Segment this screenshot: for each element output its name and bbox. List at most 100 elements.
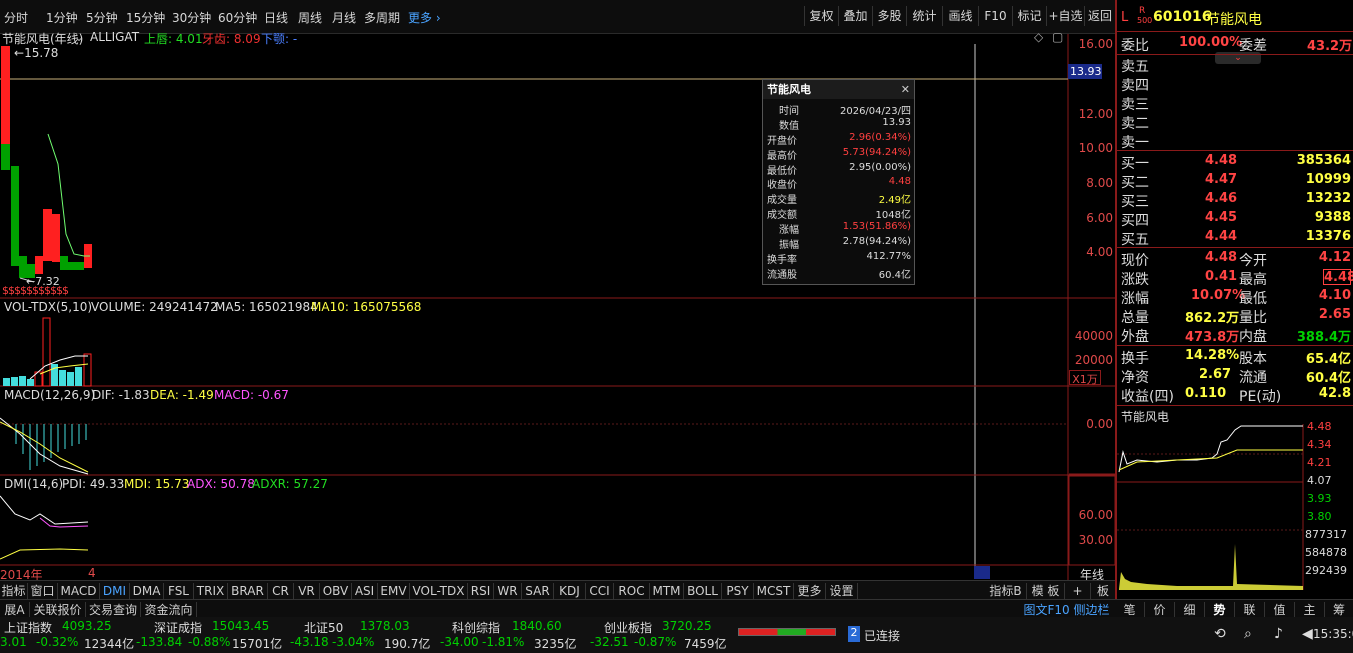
tab-more[interactable]: 更多 › <box>408 9 441 26</box>
candle <box>43 209 52 261</box>
refresh-icon[interactable]: ⟲ <box>1214 626 1226 642</box>
tab-fenshi[interactable]: 分时 <box>4 9 28 26</box>
jaw-value: 下颚: - <box>261 32 298 46</box>
tab-roc[interactable]: ROC <box>614 583 650 599</box>
tab-daily[interactable]: 日线 <box>264 9 288 26</box>
tab-price[interactable]: 价 <box>1145 602 1175 618</box>
price-axis-label: 12.00 <box>1078 107 1113 121</box>
search-icon[interactable]: ⌕ <box>1244 626 1252 642</box>
tab-detail[interactable]: 细 <box>1175 602 1205 618</box>
sell5-label: 卖五 <box>1121 59 1149 75</box>
tab-60min[interactable]: 60分钟 <box>218 9 257 26</box>
price-axis-label: 10.00 <box>1078 141 1113 155</box>
tab-board[interactable]: 板 <box>1091 583 1115 599</box>
cursor-price-tag: 13.93 <box>1068 64 1102 79</box>
tab-trend[interactable]: 势 <box>1205 602 1235 618</box>
tab-brar[interactable]: BRAR <box>228 583 268 599</box>
tab-fsl[interactable]: FSL <box>164 583 194 599</box>
tab-link[interactable]: 联 <box>1235 602 1265 618</box>
tab-indicator-a[interactable]: 指标A <box>0 583 28 614</box>
price-axis-label: 16.00 <box>1078 37 1113 51</box>
dmi-adxr: ADXR: 57.27 <box>252 477 328 491</box>
dmi-indicator-name[interactable]: DMI(14,6) <box>4 477 63 491</box>
dropdown-icon[interactable]: ⌄ <box>74 30 84 44</box>
diamond-icon[interactable]: ◇ <box>1034 30 1043 44</box>
tab-vol-tdx[interactable]: VOL-TDX <box>410 583 468 599</box>
tab-vr[interactable]: VR <box>294 583 320 599</box>
sell3-label: 卖三 <box>1121 97 1149 113</box>
tab-sar[interactable]: SAR <box>522 583 554 599</box>
mini-vol-label: 877317 <box>1305 528 1347 541</box>
tab-psy[interactable]: PSY <box>722 583 754 599</box>
tab-weekly[interactable]: 周线 <box>298 9 322 26</box>
tab-cr[interactable]: CR <box>268 583 294 599</box>
indicator-name[interactable]: ALLIGAT <box>90 30 139 44</box>
upper-lip-value: 上唇: 4.01 <box>144 32 203 46</box>
mini-axis-label: 4.48 <box>1307 420 1332 433</box>
tab-trade-query[interactable]: 交易查询 <box>86 602 141 618</box>
tab-mtm[interactable]: MTM <box>650 583 684 599</box>
tab-dmi[interactable]: DMI <box>100 583 130 599</box>
bell-icon[interactable]: ♪ <box>1274 626 1283 642</box>
tab-template[interactable]: 模 板 <box>1027 583 1065 599</box>
tab-asi[interactable]: ASI <box>352 583 378 599</box>
tab-kdj[interactable]: KDJ <box>554 583 586 599</box>
multi-stock-button[interactable]: 多股 <box>872 6 906 26</box>
bottom-tabs: 展A 关联报价 交易查询 资金流向 图文F10 侧边栏 « <box>0 599 1115 633</box>
tab-fund-flow[interactable]: 资金流向 <box>141 602 197 618</box>
tab-wr[interactable]: WR <box>494 583 522 599</box>
tab-expand-a[interactable]: 展A <box>0 602 30 618</box>
tab-trix[interactable]: TRIX <box>194 583 228 599</box>
sound-icon[interactable]: ◀ <box>1302 626 1313 642</box>
tab-window[interactable]: 窗口 <box>28 583 58 599</box>
restore-rights-button[interactable]: 复权 <box>804 6 838 26</box>
tab-boll[interactable]: BOLL <box>684 583 722 599</box>
tab-indicator-b[interactable]: 指标B <box>985 583 1027 599</box>
tab-emv[interactable]: EMV <box>378 583 410 599</box>
sell4-label: 卖四 <box>1121 78 1149 94</box>
tab-multi-period[interactable]: 多周期 <box>364 9 400 26</box>
tab-rsi[interactable]: RSI <box>468 583 494 599</box>
tab-cci[interactable]: CCI <box>586 583 614 599</box>
tab-value[interactable]: 值 <box>1265 602 1295 618</box>
statistics-button[interactable]: 统计 <box>906 6 942 26</box>
dmi-axis-label: 30.00 <box>1078 533 1113 547</box>
tab-mcst[interactable]: MCST <box>754 583 794 599</box>
f10-button[interactable]: F10 <box>978 6 1012 26</box>
tab-15min[interactable]: 15分钟 <box>126 9 165 26</box>
tab-settings[interactable]: 设置 <box>826 583 858 599</box>
tab-tick[interactable]: 笔 <box>1115 602 1145 618</box>
vol-ma5: MA5: 165021984 <box>215 300 318 314</box>
tab-related-quotes[interactable]: 关联报价 <box>30 602 86 618</box>
add-tab-button[interactable]: + <box>1065 583 1091 599</box>
tab-chips[interactable]: 筹 <box>1325 602 1353 618</box>
draw-line-button[interactable]: 画线 <box>942 6 978 26</box>
volume-bar <box>11 377 18 386</box>
mark-button[interactable]: 标记 <box>1012 6 1046 26</box>
macd-indicator-name[interactable]: MACD(12,26,9) <box>4 388 95 402</box>
dmi-pdi: PDI: 49.33 <box>62 477 125 491</box>
vol-unit-label[interactable]: X1万 <box>1069 370 1101 386</box>
r-tag: R <box>1139 6 1146 16</box>
close-icon[interactable]: ✕ <box>901 80 910 99</box>
tab-main[interactable]: 主 <box>1295 602 1325 618</box>
window-icon[interactable]: ▢ <box>1052 30 1063 44</box>
candle <box>1 144 10 170</box>
tab-1min[interactable]: 1分钟 <box>46 9 78 26</box>
add-watchlist-button[interactable]: +自选 <box>1046 6 1084 26</box>
tab-30min[interactable]: 30分钟 <box>172 9 211 26</box>
back-button[interactable]: 返回 <box>1084 6 1115 26</box>
tab-macd[interactable]: MACD <box>58 583 100 599</box>
tab-obv[interactable]: OBV <box>320 583 352 599</box>
vol-indicator-name[interactable]: VOL-TDX(5,10) <box>4 300 92 314</box>
tab-5min[interactable]: 5分钟 <box>86 9 118 26</box>
dmi-axis-label: 60.00 <box>1078 508 1113 522</box>
connection-status: 已连接 <box>864 629 901 643</box>
tab-monthly[interactable]: 月线 <box>332 9 356 26</box>
tab-more-indicators[interactable]: 更多 <box>794 583 826 599</box>
clock-time: 15:35:06 <box>1313 627 1353 641</box>
candle <box>52 214 60 262</box>
overlay-button[interactable]: 叠加 <box>838 6 872 26</box>
f10-sidebar-toggle[interactable]: 图文F10 侧边栏 « <box>1018 602 1115 633</box>
tab-dma[interactable]: DMA <box>130 583 164 599</box>
